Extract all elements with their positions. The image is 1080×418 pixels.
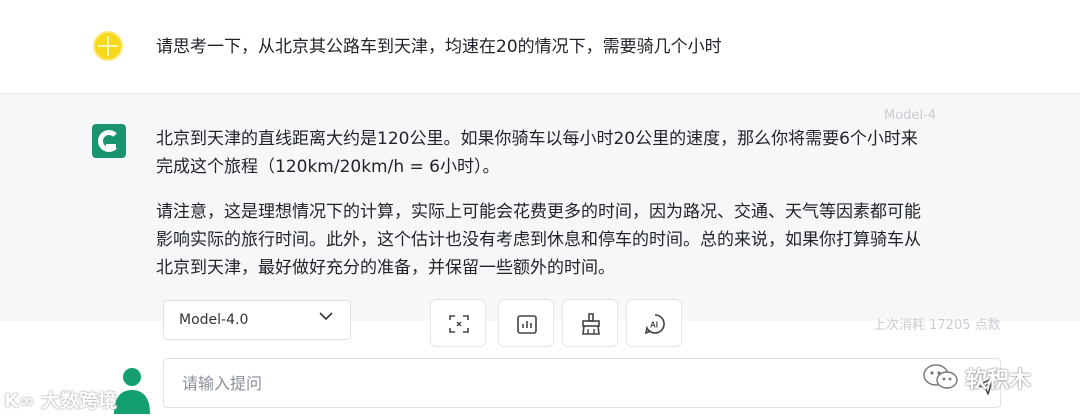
user-message-text: 请思考一下，从北京其公路车到天津，均速在20的情况下，需要骑几个小时 <box>156 37 722 57</box>
bot-message-row: Model-4 北京到天津的直线距离大约是120公里。如果你骑车以每小时20公里… <box>0 93 1080 321</box>
watermark-right: 软积木 <box>921 358 1071 398</box>
ai-button[interactable]: AI <box>626 299 682 347</box>
model-select-value: Model-4.0 <box>179 312 249 328</box>
chart-button[interactable] <box>498 299 554 347</box>
ai-icon: AI <box>644 314 665 335</box>
prompt-input-box[interactable] <box>163 358 1001 408</box>
expand-icon <box>449 315 469 333</box>
user-avatar-lemon-icon <box>93 31 123 61</box>
bot-paragraph-2: 请注意，这是理想情况下的计算，实际上可能会花费更多的时间，因为路况、交通、天气等… <box>156 202 921 278</box>
clear-icon <box>582 313 600 335</box>
clear-button[interactable] <box>562 299 618 347</box>
bot-message-text: 北京到天津的直线距离大约是120公里。如果你骑车以每小时20公里的速度，那么你将… <box>156 125 926 282</box>
svg-text:AI: AI <box>650 321 658 330</box>
usage-info: 上次消耗 17205 点数 <box>873 318 1001 333</box>
model-select[interactable]: Model-4.0 <box>163 300 351 340</box>
chevron-down-icon <box>319 312 333 321</box>
chart-icon <box>517 315 537 334</box>
user-avatar-icon <box>114 368 150 414</box>
watermark-logo-icon: K∞ <box>4 390 42 412</box>
bot-avatar-icon <box>92 124 126 158</box>
watermark-left: K∞ 大数跨境 <box>4 390 118 412</box>
wechat-icon <box>923 364 958 389</box>
expand-button[interactable] <box>430 299 486 347</box>
user-message-row: 请思考一下，从北京其公路车到天津，均速在20的情况下，需要骑几个小时 <box>0 0 1080 93</box>
bot-paragraph-1: 北京到天津的直线距离大约是120公里。如果你骑车以每小时20公里的速度，那么你将… <box>156 129 918 177</box>
prompt-input[interactable] <box>182 371 942 395</box>
model-tag: Model-4 <box>884 108 936 123</box>
